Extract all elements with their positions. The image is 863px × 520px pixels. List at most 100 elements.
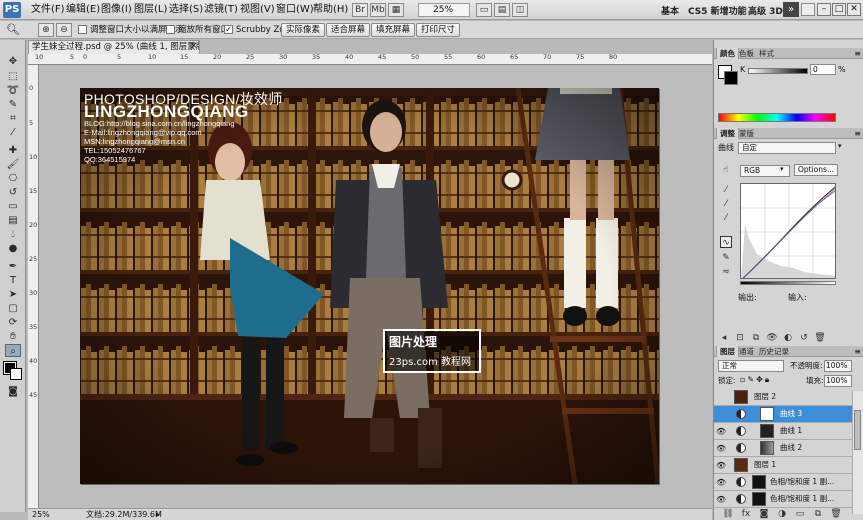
- zoom-tool-preset-icon[interactable]: 🔍︎: [6, 23, 28, 37]
- hand-tool-icon[interactable]: ✋︎: [5, 330, 21, 343]
- maximize-button[interactable]: □: [832, 3, 846, 16]
- 3d-rotate-tool-icon[interactable]: ⟳: [5, 316, 21, 329]
- layer-visibility-icon[interactable]: 👁︎: [716, 461, 726, 470]
- actual-pixels-button[interactable]: 实际像素: [281, 23, 326, 37]
- shape-tool-icon[interactable]: ▢: [5, 302, 21, 315]
- menu-file[interactable]: 文件(F): [31, 3, 65, 17]
- blend-mode-select[interactable]: 正常: [718, 360, 784, 372]
- move-tool-icon[interactable]: ✥: [5, 55, 21, 68]
- gradient-tool-icon[interactable]: ▤: [5, 214, 21, 227]
- eraser-tool-icon[interactable]: ▭: [5, 200, 21, 213]
- curve-pencil-tool-icon[interactable]: ✎: [720, 252, 732, 264]
- menu-select[interactable]: 选择(S): [169, 3, 203, 17]
- lasso-tool-icon[interactable]: ➰: [5, 84, 21, 97]
- zoom-all-checkbox[interactable]: [166, 25, 175, 34]
- zoom-in-icon[interactable]: ⊕: [38, 23, 54, 37]
- lock-options-icon[interactable]: ▫✎✥🔒︎: [740, 375, 771, 385]
- layer-style-icon[interactable]: fx: [740, 508, 752, 520]
- healing-tool-icon[interactable]: ✚: [5, 144, 21, 157]
- layer-row[interactable]: 👁︎ 曲线 2: [714, 440, 852, 457]
- color-k-input[interactable]: 0: [810, 64, 836, 75]
- panel-menu-icon[interactable]: ≡: [854, 48, 861, 59]
- minimize-button[interactable]: –: [817, 3, 831, 16]
- menu-help[interactable]: 帮助(H): [313, 3, 348, 17]
- scrubby-zoom-checkbox[interactable]: ✓: [224, 25, 233, 34]
- tab-channels[interactable]: 通道: [736, 346, 757, 357]
- layer-visibility-icon[interactable]: 👁︎: [716, 444, 726, 453]
- eyedropper-tool-icon[interactable]: ⁄: [5, 126, 21, 139]
- brush-tool-icon[interactable]: 🖌︎: [5, 158, 21, 171]
- zoom-level-select[interactable]: 25%: [418, 3, 470, 17]
- path-select-tool-icon[interactable]: ➤: [5, 288, 21, 301]
- return-to-list-icon[interactable]: ◂: [718, 332, 730, 344]
- status-zoom[interactable]: 25%: [32, 509, 50, 520]
- curves-preset-select[interactable]: 自定: [738, 142, 836, 154]
- marquee-tool-icon[interactable]: ⬚: [5, 70, 21, 83]
- black-point-eyedropper-icon[interactable]: ⁄: [720, 184, 732, 196]
- bridge-icon[interactable]: Br: [352, 3, 368, 17]
- clip-to-layer-icon[interactable]: ⧉: [750, 332, 762, 344]
- workspace-3d[interactable]: 高级 3D: [748, 4, 783, 17]
- tab-masks[interactable]: 蒙版: [736, 128, 757, 139]
- dodge-tool-icon[interactable]: ●: [5, 242, 21, 255]
- layer-mask-thumbnail[interactable]: [760, 441, 774, 455]
- clone-stamp-tool-icon[interactable]: ⎔: [5, 172, 21, 185]
- history-brush-tool-icon[interactable]: ↺: [5, 186, 21, 199]
- layer-row[interactable]: 图层 2: [714, 389, 852, 406]
- new-group-icon[interactable]: ▭: [794, 508, 806, 520]
- cs-live-icon[interactable]: [801, 3, 815, 16]
- add-mask-icon[interactable]: ◙: [758, 508, 770, 520]
- curves-graph[interactable]: [740, 183, 836, 279]
- color-k-slider[interactable]: [748, 68, 808, 74]
- fill-input[interactable]: 100%: [824, 375, 852, 387]
- blur-tool-icon[interactable]: 💧︎: [5, 228, 21, 241]
- screen-mode-icon[interactable]: ▭: [476, 3, 492, 17]
- curve-smooth-icon[interactable]: ≈: [720, 266, 732, 278]
- document-close-icon[interactable]: ×: [190, 41, 198, 51]
- screen-mode-2-icon[interactable]: ◫: [512, 3, 528, 17]
- layer-row[interactable]: 👁︎ 色相/饱和度 1 副...: [714, 491, 852, 508]
- fill-screen-button[interactable]: 填充屏幕: [371, 23, 416, 37]
- layer-visibility-icon[interactable]: 👁︎: [716, 478, 726, 487]
- resize-windows-checkbox[interactable]: [78, 25, 87, 34]
- new-layer-icon[interactable]: ⧉: [812, 508, 824, 520]
- menu-image[interactable]: 图像(I): [101, 3, 132, 17]
- layer-row[interactable]: 👁︎ 曲线 1: [714, 423, 852, 440]
- color-spectrum-bar[interactable]: [718, 113, 836, 122]
- curve-point-tool-icon[interactable]: ∿: [720, 236, 732, 248]
- panel-menu-icon[interactable]: ≡: [854, 346, 861, 357]
- menu-filter[interactable]: 滤镜(T): [204, 3, 238, 17]
- color-background-swatch[interactable]: [724, 71, 738, 85]
- opacity-input[interactable]: 100%: [824, 360, 852, 372]
- zoom-out-icon[interactable]: ⊖: [56, 23, 72, 37]
- workspace-cs5-new[interactable]: CS5 新增功能: [688, 4, 747, 17]
- document-canvas-photo[interactable]: PHOTOSHOP/DESIGN/妆效师 LINGZHONGQIANG BLOG…: [80, 88, 659, 484]
- view-previous-icon[interactable]: ◐: [782, 332, 794, 344]
- zoom-tool-icon[interactable]: ⌕: [5, 344, 21, 357]
- on-image-adjust-icon[interactable]: ☝: [720, 164, 732, 176]
- layers-scrollbar-thumb[interactable]: [854, 410, 861, 450]
- status-menu-arrow-icon[interactable]: ▸: [156, 509, 160, 520]
- reset-icon[interactable]: ↺: [798, 332, 810, 344]
- mini-bridge-icon[interactable]: Mb: [370, 3, 386, 17]
- layer-mask-thumbnail[interactable]: [752, 492, 766, 506]
- workspace-essentials[interactable]: 基本: [661, 4, 679, 17]
- new-adjustment-icon[interactable]: ◑: [776, 508, 788, 520]
- layer-row[interactable]: 👁︎ 图层 1: [714, 457, 852, 474]
- visibility-toggle-icon[interactable]: 👁︎: [766, 332, 778, 344]
- layer-visibility-icon[interactable]: [716, 410, 726, 419]
- layer-visibility-icon[interactable]: 👁︎: [716, 495, 726, 504]
- menu-edit[interactable]: 编辑(E): [66, 3, 100, 17]
- panel-menu-icon[interactable]: ≡: [854, 128, 861, 139]
- layer-mask-thumbnail[interactable]: [752, 475, 766, 489]
- type-tool-icon[interactable]: T: [5, 274, 21, 287]
- layer-mask-thumbnail[interactable]: [760, 407, 774, 421]
- layer-row-selected[interactable]: 曲线 3: [714, 406, 852, 423]
- layer-row[interactable]: 👁︎ 色相/饱和度 1 副...: [714, 474, 852, 491]
- gray-point-eyedropper-icon[interactable]: ⁄: [720, 198, 732, 210]
- close-button[interactable]: ✕: [847, 3, 861, 16]
- channel-dropdown-icon[interactable]: ▾: [780, 165, 784, 173]
- more-workspaces-button[interactable]: »: [783, 2, 799, 17]
- tab-swatches[interactable]: 色板: [736, 48, 757, 59]
- expand-view-icon[interactable]: ⊡: [734, 332, 746, 344]
